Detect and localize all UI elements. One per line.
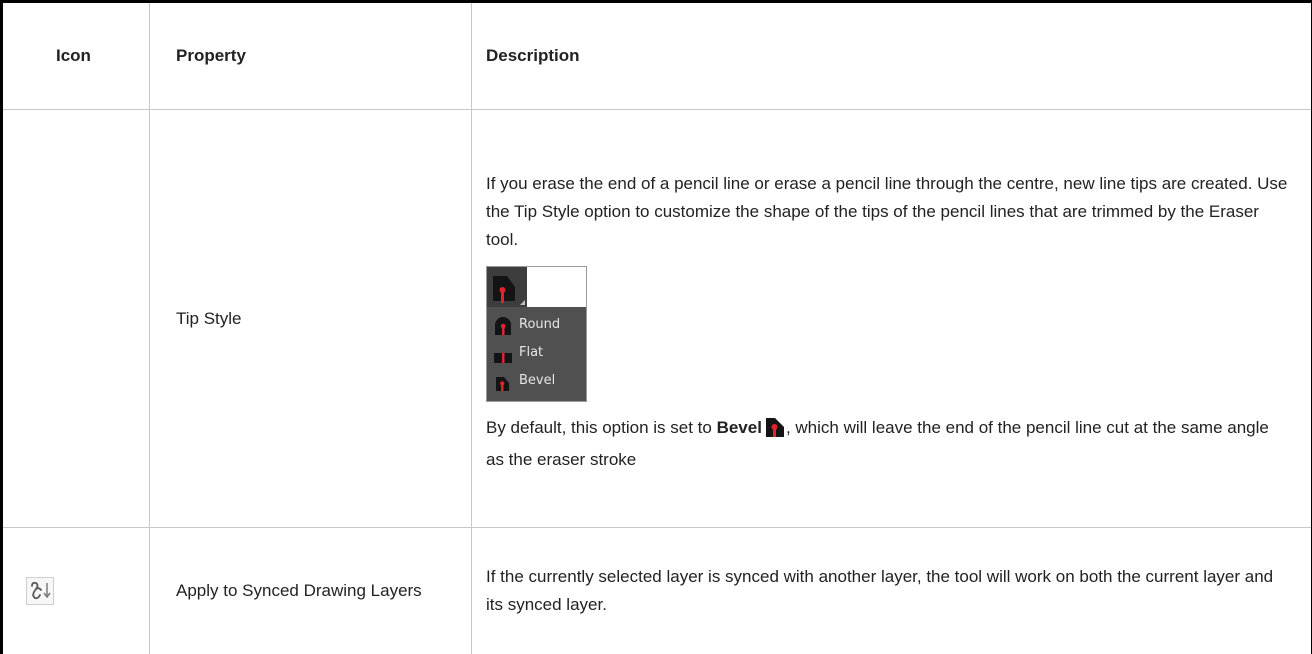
table-header-row: Icon Property Description bbox=[2, 2, 1312, 110]
tip-option-flat: Flat bbox=[487, 341, 586, 367]
properties-table-container: Icon Property Description Tip Style If y… bbox=[0, 0, 1312, 652]
header-property: Property bbox=[150, 2, 472, 110]
tip-option-flat-label: Flat bbox=[519, 343, 543, 363]
properties-table: Icon Property Description Tip Style If y… bbox=[0, 0, 1312, 654]
default-bold: Bevel bbox=[717, 418, 762, 437]
tip-option-bevel-label: Bevel bbox=[519, 371, 555, 391]
tip-style-button bbox=[487, 267, 527, 307]
sync-property: Apply to Synced Drawing Layers bbox=[150, 528, 472, 654]
bevel-tip-icon bbox=[493, 373, 513, 391]
tip-style-options: Round Flat bbox=[487, 307, 586, 401]
round-tip-icon bbox=[493, 317, 513, 335]
sync-link-icon bbox=[26, 577, 54, 605]
default-prefix: By default, this option is set to bbox=[486, 418, 717, 437]
tip-option-bevel: Bevel bbox=[487, 369, 586, 395]
tip-style-description-text: If you erase the end of a pencil line or… bbox=[486, 170, 1291, 254]
tip-option-round-label: Round bbox=[519, 315, 560, 335]
table-row: Tip Style If you erase the end of a penc… bbox=[2, 110, 1312, 528]
header-icon: Icon bbox=[2, 2, 150, 110]
dropdown-corner-icon bbox=[520, 300, 525, 305]
sync-description: If the currently selected layer is synce… bbox=[472, 528, 1312, 654]
table-row: Apply to Synced Drawing Layers If the cu… bbox=[2, 528, 1312, 654]
tip-style-menu: Round Flat bbox=[486, 266, 587, 402]
bevel-tip-icon bbox=[764, 415, 786, 446]
tip-style-icon-cell bbox=[2, 110, 150, 528]
tip-style-property: Tip Style bbox=[150, 110, 472, 528]
tip-style-description: If you erase the end of a pencil line or… bbox=[472, 110, 1312, 528]
header-description: Description bbox=[472, 2, 1312, 110]
sync-icon-cell bbox=[2, 528, 150, 654]
tip-style-default-text: By default, this option is set to Bevel,… bbox=[486, 414, 1291, 474]
tip-option-round: Round bbox=[487, 313, 586, 339]
flat-tip-icon bbox=[493, 345, 513, 363]
